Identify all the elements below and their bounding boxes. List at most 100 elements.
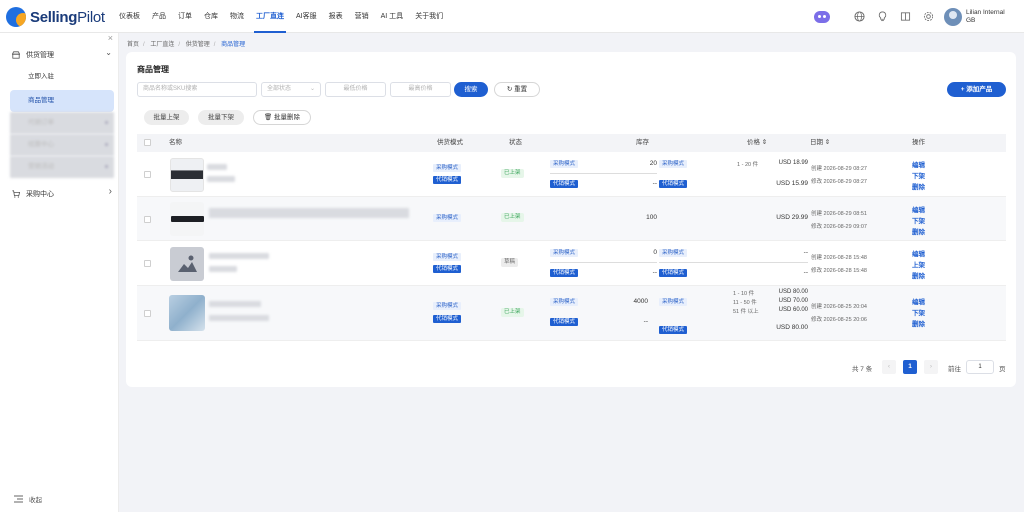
product-image: [170, 158, 204, 192]
unlist-link[interactable]: 下架: [912, 215, 925, 225]
status-badge: 已上架: [501, 169, 524, 178]
next-page-button[interactable]: ›: [924, 360, 938, 374]
col-stock: 库存: [636, 139, 649, 146]
price-mode-tag: 采购模式: [659, 160, 688, 168]
sidebar-group-purchase[interactable]: 采购中心: [12, 189, 54, 199]
prev-page-button[interactable]: ‹: [882, 360, 896, 374]
page-jump-input[interactable]: 1: [966, 360, 994, 374]
edit-link[interactable]: 编辑: [912, 159, 925, 169]
created-date: 创建 2026-08-29 08:51: [811, 211, 867, 217]
edit-link[interactable]: 编辑: [912, 248, 925, 258]
ai-bot-icon[interactable]: [814, 10, 830, 23]
batch-down-button[interactable]: 批量下架: [198, 110, 244, 125]
edit-link[interactable]: 编辑: [912, 296, 925, 306]
sidebar: × 供货管理 ⌄ 立即入驻 商品管理 代销订单 结算中心 营销活动 采购中心 ›…: [0, 33, 119, 512]
bulb-icon[interactable]: [875, 10, 889, 24]
nav-ai-service[interactable]: AI客服: [290, 0, 323, 33]
breadcrumb-factory[interactable]: 工厂直连: [150, 42, 174, 48]
select-all-checkbox[interactable]: [144, 139, 151, 146]
created-date: 创建 2026-08-29 08:27: [811, 166, 867, 172]
col-name: 名称: [169, 139, 182, 146]
globe-icon[interactable]: [852, 10, 866, 24]
sidebar-item-onboard[interactable]: 立即入驻: [10, 66, 114, 88]
stock-value: 0: [653, 249, 657, 256]
nav-ai-tools[interactable]: AI 工具: [375, 0, 410, 33]
batch-delete-button[interactable]: 🗑 批量删除: [253, 110, 311, 125]
delete-link[interactable]: 删除: [912, 270, 925, 280]
price-mode-tag: 代销模式: [659, 269, 688, 277]
pagination-total: 共 7 条: [852, 366, 873, 373]
nav-dashboard[interactable]: 仪表板: [113, 0, 146, 33]
list-link[interactable]: 上架: [912, 259, 925, 269]
breadcrumb-home[interactable]: 首页: [127, 42, 139, 48]
edit-link[interactable]: 编辑: [912, 204, 925, 214]
nav-orders[interactable]: 订单: [172, 0, 198, 33]
reset-button[interactable]: ↻ 重置: [494, 82, 540, 97]
status-badge: 已上架: [501, 213, 524, 222]
breadcrumb-supply[interactable]: 供货管理: [186, 42, 210, 48]
unlist-link[interactable]: 下架: [912, 307, 925, 317]
price-value: USD 15.99: [776, 180, 808, 187]
col-price[interactable]: 价格 ⇕: [747, 134, 767, 152]
stock-mode-tag: 代销模式: [550, 318, 579, 326]
breadcrumb: 首页 / 工厂直连 / 供货管理 / 商品管理: [127, 42, 246, 48]
nav-about[interactable]: 关于我们: [409, 0, 449, 33]
delete-link[interactable]: 删除: [912, 181, 925, 191]
gear-icon[interactable]: [921, 10, 935, 24]
chevron-down-icon: ⌄: [309, 86, 315, 92]
add-product-button[interactable]: + 添加产品: [947, 82, 1006, 97]
nav-logistics[interactable]: 物流: [224, 0, 250, 33]
sidebar-item-settlement[interactable]: 结算中心: [10, 134, 114, 156]
price-tier: 1 - 10 件: [733, 291, 755, 297]
nav-reports[interactable]: 报表: [323, 0, 349, 33]
cart-icon: [12, 190, 20, 198]
table-row: 采购模式 代销模式 草稿 采购模式 0 代销模式 -- 采购模式 -- 代销模式…: [137, 241, 1006, 286]
nav-warehouse[interactable]: 仓库: [198, 0, 224, 33]
sidebar-collapse[interactable]: 收起: [14, 494, 42, 504]
unlist-link[interactable]: 下架: [912, 170, 925, 180]
created-date: 创建 2026-08-28 15:48: [811, 255, 867, 261]
row-checkbox[interactable]: [144, 171, 151, 178]
stock-mode-tag: 代销模式: [550, 180, 579, 188]
row-checkbox[interactable]: [144, 216, 151, 223]
price-mode-tag: 采购模式: [659, 298, 688, 306]
user-menu[interactable]: Lilian Internal GB: [944, 7, 1016, 26]
min-price-input[interactable]: 最低价格: [325, 82, 386, 97]
sidebar-close-icon[interactable]: ×: [108, 33, 113, 43]
nav-marketing[interactable]: 营销: [349, 0, 375, 33]
page-1-button[interactable]: 1: [903, 360, 917, 374]
nav-products[interactable]: 产品: [146, 0, 172, 33]
created-date: 创建 2026-08-25 20:04: [811, 304, 867, 310]
row-checkbox[interactable]: [144, 260, 151, 267]
batch-up-button[interactable]: 批量上架: [144, 110, 189, 125]
book-icon[interactable]: [898, 10, 912, 24]
stock-value: 4000: [633, 298, 648, 305]
sidebar-item-marketing[interactable]: 营销活动: [10, 156, 114, 178]
modified-date: 修改 2026-08-28 15:48: [811, 268, 867, 274]
delete-link[interactable]: 删除: [912, 318, 925, 328]
col-mode: 供货模式: [437, 139, 463, 146]
delete-link[interactable]: 删除: [912, 226, 925, 236]
row-checkbox[interactable]: [144, 310, 151, 317]
col-ops: 操作: [912, 139, 925, 146]
chevron-right-icon[interactable]: ›: [109, 186, 112, 197]
sidebar-item-product-manage[interactable]: 商品管理: [10, 90, 114, 112]
mode-tag: 采购模式: [433, 164, 462, 172]
max-price-input[interactable]: 最高价格: [390, 82, 451, 97]
sidebar-group-supply[interactable]: 供货管理: [12, 50, 54, 60]
search-input[interactable]: 商品名称或SKU搜索: [137, 82, 257, 97]
col-date[interactable]: 日期 ⇕: [810, 134, 830, 152]
chevron-down-icon[interactable]: ⌄: [105, 48, 112, 57]
app-logo[interactable]: SellingPilot: [6, 6, 105, 28]
search-button[interactable]: 搜索: [454, 82, 488, 97]
modified-date: 修改 2026-08-29 08:27: [811, 179, 867, 185]
status-select[interactable]: 全部状态 ⌄: [261, 82, 321, 97]
price-value: USD 80.00: [776, 324, 808, 331]
stock-mode-tag: 采购模式: [550, 249, 579, 257]
price-value: USD 29.99: [776, 214, 808, 221]
nav-factory-direct[interactable]: 工厂直连: [250, 0, 290, 33]
modified-date: 修改 2026-08-29 09:07: [811, 224, 867, 230]
stock-value: --: [652, 269, 657, 276]
sidebar-item-consign-orders[interactable]: 代销订单: [10, 112, 114, 134]
modified-date: 修改 2026-08-25 20:06: [811, 317, 867, 323]
